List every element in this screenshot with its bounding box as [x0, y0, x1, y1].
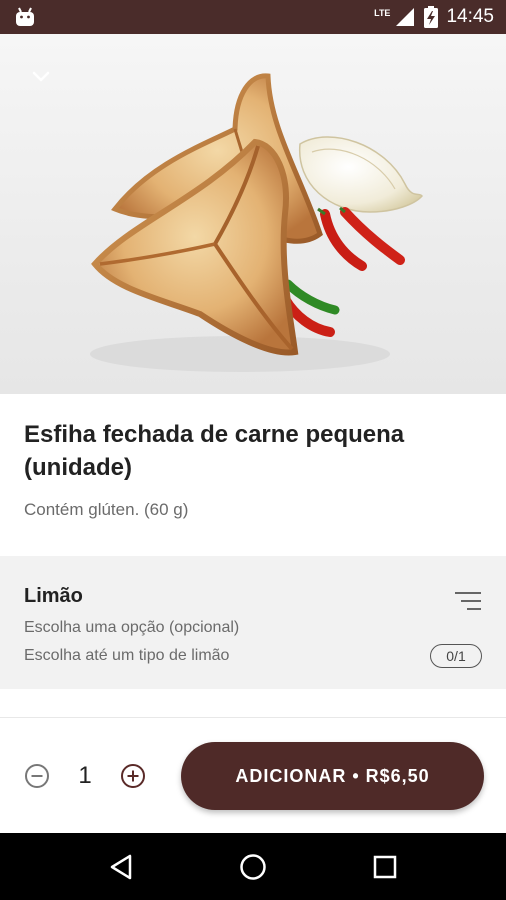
- add-to-cart-button[interactable]: ADICIONAR • R$6,50: [181, 742, 484, 810]
- option-group-hint: Escolha até um tipo de limão: [24, 647, 230, 664]
- decrease-quantity-button[interactable]: [24, 763, 50, 789]
- chevron-down-icon: [32, 71, 50, 82]
- selection-count-badge: 0/1: [430, 644, 482, 668]
- recents-icon: [373, 855, 397, 878]
- nav-recents-button[interactable]: [365, 847, 405, 887]
- network-type: LTE: [374, 8, 391, 18]
- product-description: Contém glúten. (60 g): [24, 500, 189, 519]
- minus-icon: [25, 764, 49, 788]
- option-group-subtitle: Escolha uma opção (opcional): [24, 619, 240, 636]
- signal-icon: [396, 8, 415, 26]
- quantity-value: 1: [78, 762, 92, 789]
- filter-icon[interactable]: [454, 590, 482, 612]
- quantity-stepper: 1: [24, 756, 146, 796]
- status-bar: LTE 14:45: [0, 0, 506, 34]
- divider: [0, 717, 506, 718]
- nav-back-button[interactable]: [101, 847, 141, 887]
- system-nav-bar: [0, 833, 506, 900]
- esfiha-illustration: [90, 73, 423, 372]
- option-group-title: Limão: [24, 585, 83, 607]
- battery-icon: [424, 6, 439, 28]
- option-group-limao[interactable]: Limão Escolha uma opção (opcional) Escol…: [0, 556, 506, 689]
- android-icon: [16, 7, 34, 26]
- status-time: 14:45: [446, 6, 494, 27]
- product-image: [0, 34, 506, 394]
- home-icon: [240, 853, 266, 880]
- product-info: Esfiha fechada de carne pequena (unidade…: [24, 418, 484, 520]
- nav-home-button[interactable]: [233, 847, 273, 887]
- collapse-button[interactable]: [24, 60, 58, 94]
- back-icon: [110, 854, 132, 879]
- increase-quantity-button[interactable]: [120, 763, 146, 789]
- plus-icon: [121, 764, 145, 788]
- product-title: Esfiha fechada de carne pequena (unidade…: [24, 421, 405, 481]
